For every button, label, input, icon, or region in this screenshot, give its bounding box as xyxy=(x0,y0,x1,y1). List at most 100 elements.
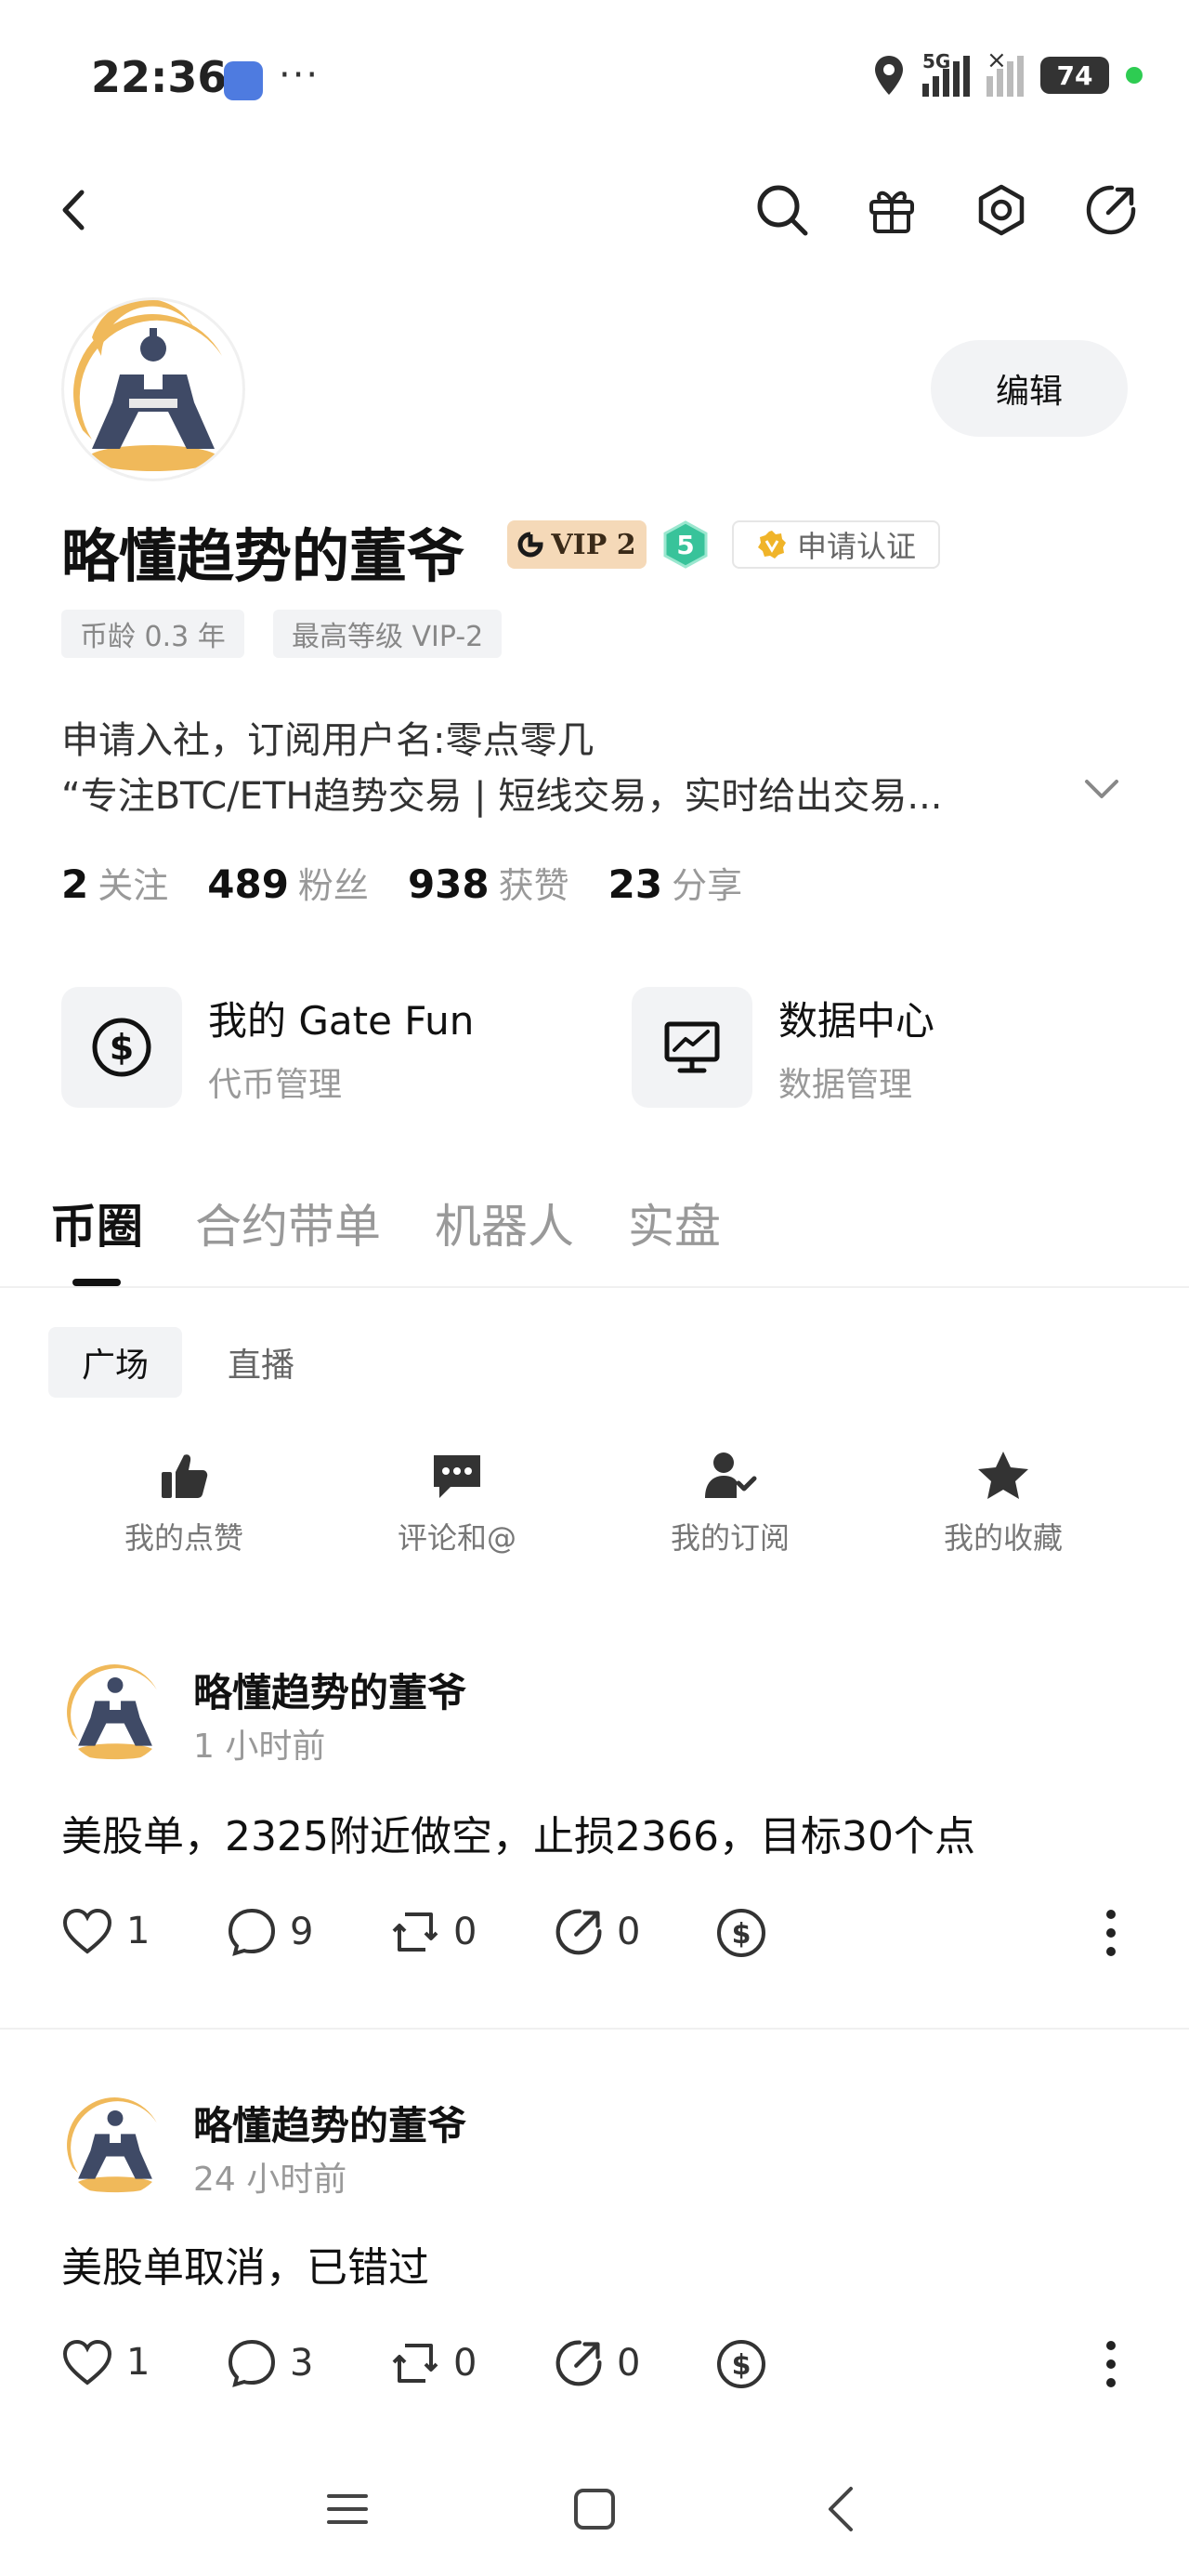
post-more-button[interactable] xyxy=(1100,1907,1122,1963)
chevron-left-icon xyxy=(62,190,85,230)
vip-badge[interactable]: VIP 2 xyxy=(507,520,647,569)
more-notifications-icon: ··· xyxy=(279,54,320,97)
status-indicators: 5G × 74 xyxy=(872,46,1143,97)
samurai-avatar-image xyxy=(62,1657,168,1763)
my-favorites-label: 我的收藏 xyxy=(943,1520,1063,1556)
share-post-button[interactable]: 0 xyxy=(554,2338,640,2388)
dollar-circle-icon: $ xyxy=(61,987,182,1108)
like-button[interactable]: 1 xyxy=(61,1907,150,1955)
gate-logo-icon xyxy=(517,532,543,558)
gate-fun-card[interactable]: $ 我的 Gate Fun 代币管理 xyxy=(61,987,474,1108)
post-avatar[interactable] xyxy=(61,1656,169,1764)
like-button[interactable]: 1 xyxy=(61,2338,150,2386)
app-notification-icon xyxy=(224,61,263,100)
status-time: 22:36 xyxy=(91,52,228,102)
repost-button[interactable]: 0 xyxy=(390,2338,477,2388)
edit-profile-button[interactable]: 编辑 xyxy=(931,340,1128,437)
thumbs-up-icon xyxy=(162,1454,208,1498)
repost-count: 0 xyxy=(453,2342,477,2385)
my-likes-label: 我的点赞 xyxy=(124,1520,243,1556)
my-subscriptions-button[interactable]: 我的订阅 xyxy=(637,1450,823,1557)
max-level-tag: 最高等级 VIP-2 xyxy=(273,610,503,658)
menu-nav-button[interactable] xyxy=(310,2472,385,2546)
tip-button[interactable]: $ xyxy=(715,2338,767,2390)
svg-text:$: $ xyxy=(732,1918,751,1951)
share-count: 0 xyxy=(617,2342,641,2385)
post-author[interactable]: 略懂趋势的董爷 xyxy=(193,1662,466,1718)
back-button[interactable] xyxy=(46,182,102,238)
post-time: 24 小时前 xyxy=(193,2161,347,2199)
subtab-square[interactable]: 广场 xyxy=(48,1327,182,1398)
share-icon xyxy=(1086,185,1136,235)
tab-live-account[interactable]: 实盘 xyxy=(628,1189,721,1256)
expand-bio-button[interactable] xyxy=(1083,777,1120,805)
heart-icon xyxy=(62,2339,112,2385)
comment-bubble-icon xyxy=(228,1908,276,1956)
followers-label[interactable]: 粉丝 xyxy=(298,857,369,908)
comments-mentions-button[interactable]: 评论和@ xyxy=(364,1450,550,1557)
gift-button[interactable] xyxy=(864,182,920,238)
share-post-button[interactable]: 0 xyxy=(554,1907,640,1957)
data-center-subtitle: 数据管理 xyxy=(778,1065,913,1104)
avatar[interactable] xyxy=(61,297,245,481)
profile-name: 略懂趋势的董爷 xyxy=(61,522,465,590)
comments-mentions-label: 评论和@ xyxy=(397,1520,516,1556)
post-content[interactable]: 美股单取消，已错过 xyxy=(61,2234,429,2293)
more-vertical-icon xyxy=(1106,2341,1116,2387)
followers-count[interactable]: 489 xyxy=(207,861,289,907)
share-button[interactable] xyxy=(1083,182,1139,238)
gift-icon xyxy=(869,191,914,233)
repost-button[interactable]: 0 xyxy=(390,1907,477,1957)
my-likes-button[interactable]: 我的点赞 xyxy=(91,1450,277,1557)
share-count: 0 xyxy=(617,1911,641,1953)
subtab-live[interactable]: 直播 xyxy=(201,1327,321,1398)
my-subscriptions-label: 我的订阅 xyxy=(670,1520,790,1556)
search-icon xyxy=(757,185,808,236)
comment-count: 9 xyxy=(290,1911,314,1953)
my-favorites-button[interactable]: 我的收藏 xyxy=(910,1450,1096,1557)
tabs-divider xyxy=(0,1286,1189,1288)
verify-label: 申请认证 xyxy=(796,529,916,564)
likes-received-label: 获赞 xyxy=(498,865,569,906)
post-more-button[interactable] xyxy=(1100,2338,1122,2394)
post-avatar[interactable] xyxy=(61,2089,169,2197)
samurai-avatar-image xyxy=(66,300,241,477)
comment-button[interactable]: 3 xyxy=(227,2338,313,2388)
settings-button[interactable] xyxy=(973,182,1029,238)
dollar-circle-icon: $ xyxy=(717,1909,765,1957)
home-square-icon xyxy=(574,2489,615,2530)
like-count: 1 xyxy=(126,2341,150,2384)
level-number: 5 xyxy=(676,529,695,560)
repost-count: 0 xyxy=(453,1911,477,1953)
share-icon xyxy=(555,2340,602,2386)
level-badge[interactable]: 5 xyxy=(661,520,710,569)
shares-label: 分享 xyxy=(672,865,743,906)
tab-coin-circle[interactable]: 币圈 xyxy=(50,1189,143,1256)
post-content[interactable]: 美股单，2325附近做空，止损2366，目标30个点 xyxy=(61,1803,975,1862)
following-label[interactable]: 关注 xyxy=(98,857,168,908)
likes-received-count: 938 xyxy=(407,861,490,907)
data-center-card[interactable]: 数据中心 数据管理 xyxy=(632,987,934,1108)
search-button[interactable] xyxy=(754,182,810,238)
verified-badge-icon xyxy=(757,531,786,559)
back-arrow-icon xyxy=(829,2487,853,2531)
tip-button[interactable]: $ xyxy=(715,1907,767,1959)
data-center-title: 数据中心 xyxy=(778,997,935,1044)
post-author[interactable]: 略懂趋势的董爷 xyxy=(193,2095,466,2151)
share-icon xyxy=(555,1909,602,1955)
settings-hexagon-icon xyxy=(978,184,1025,236)
tab-bots[interactable]: 机器人 xyxy=(435,1189,574,1256)
post-divider xyxy=(0,2028,1189,2030)
tab-copy-trading[interactable]: 合约带单 xyxy=(195,1189,381,1256)
comment-button[interactable]: 9 xyxy=(227,1907,313,1957)
repost-icon xyxy=(392,1912,438,1952)
back-nav-button[interactable] xyxy=(804,2472,879,2546)
shares-count: 23 xyxy=(608,861,663,907)
following-count[interactable]: 2 xyxy=(61,861,88,907)
gate-fun-subtitle: 代币管理 xyxy=(208,1065,343,1104)
apply-verification-button[interactable]: 申请认证 xyxy=(732,520,940,569)
home-nav-button[interactable] xyxy=(557,2472,632,2546)
vip-label: VIP 2 xyxy=(551,528,636,561)
comment-count: 3 xyxy=(290,2342,314,2385)
signal-5g-icon: 5G xyxy=(922,50,970,97)
